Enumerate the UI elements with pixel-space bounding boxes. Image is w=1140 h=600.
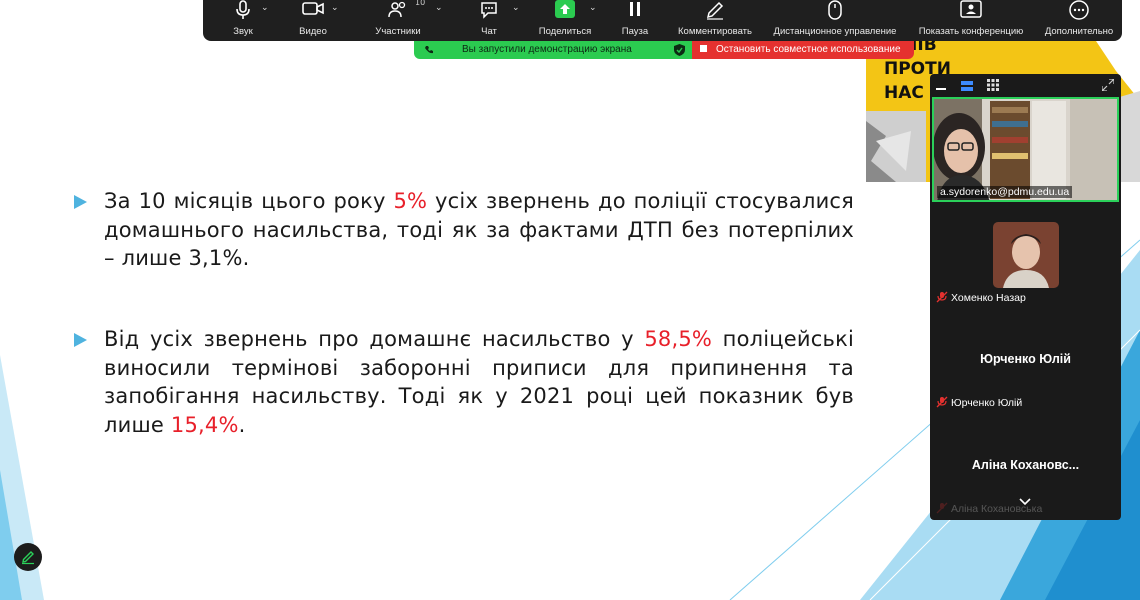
- participant-tile[interactable]: Юрченко Юлій Юрченко Юлій: [930, 312, 1121, 417]
- show-meeting-label: Показать конференцию: [918, 26, 1024, 37]
- more-label: Дополнительно: [1044, 26, 1114, 37]
- share-chevron-icon[interactable]: ⌄: [589, 3, 597, 13]
- stop-square-icon: [700, 45, 707, 52]
- slide-bullet-1: За 10 місяців цього року 5% усіх звернен…: [74, 187, 854, 273]
- text-run: За 10 місяців цього року: [104, 189, 394, 213]
- chat-icon: [481, 2, 497, 19]
- share-screen-button[interactable]: Поделиться: [533, 0, 597, 41]
- pause-icon: [630, 2, 640, 16]
- video-camera-icon: [302, 2, 324, 15]
- chat-button[interactable]: Чат: [469, 0, 509, 41]
- stop-share-label: Остановить совместное использование: [716, 44, 901, 55]
- participant-name-text: Хоменко Назар: [951, 292, 1026, 304]
- share-screen-icon: [555, 0, 575, 18]
- screen-share-status-text: Вы запустили демонстрацию экрана: [462, 44, 632, 55]
- text-run: .: [238, 412, 246, 437]
- pencil-icon: [22, 551, 34, 565]
- participant-display-name: Юрченко Юлій: [980, 352, 1071, 366]
- panel-header: [930, 74, 1121, 96]
- bullet-triangle-icon: [74, 333, 87, 347]
- participants-label: Участники: [375, 26, 421, 37]
- video-label: Видео: [299, 26, 327, 37]
- shield-icon: [674, 44, 685, 56]
- highlight-value: 5%: [393, 189, 428, 213]
- remote-control-mouse-icon: [828, 0, 842, 20]
- phone-icon: [425, 46, 433, 54]
- gallery-view-icon[interactable]: [987, 79, 999, 91]
- show-meeting-icon: [960, 0, 982, 18]
- pause-button[interactable]: Пауза: [613, 0, 657, 41]
- video-button[interactable]: Видео: [293, 0, 333, 41]
- participant-name: Хоменко Назар: [936, 291, 1026, 304]
- audio-button[interactable]: Звук: [223, 0, 263, 41]
- participant-display-name: Аліна Кохановс...: [971, 458, 1080, 472]
- audio-chevron-icon[interactable]: ⌄: [261, 3, 269, 13]
- more-button[interactable]: Дополнительно: [1039, 0, 1119, 41]
- mic-muted-icon: [936, 396, 948, 408]
- bullet-triangle-icon: [74, 195, 87, 209]
- participants-icon: [388, 1, 406, 18]
- mic-muted-icon: [936, 291, 948, 303]
- scroll-down-chevron-icon[interactable]: [1019, 498, 1031, 506]
- annotate-label: Комментировать: [678, 26, 752, 37]
- participant-tile[interactable]: Хоменко Назар: [930, 205, 1121, 310]
- participants-chevron-icon[interactable]: ⌄: [435, 3, 443, 13]
- participant-name: Юрченко Юлій: [936, 396, 1022, 409]
- microphone-icon: [236, 0, 250, 19]
- participants-video-panel: a.sydorenko@pdmu.edu.ua Хоменко Назар Юр…: [930, 74, 1121, 520]
- participant-avatar: [993, 222, 1059, 288]
- active-speaker-video[interactable]: a.sydorenko@pdmu.edu.ua: [932, 97, 1119, 202]
- mic-muted-icon: [936, 502, 948, 514]
- chat-label: Чат: [481, 26, 497, 37]
- text-run: Від усіх звернень про домашнє насильство…: [104, 327, 645, 351]
- annotate-button[interactable]: Комментировать: [673, 0, 757, 41]
- remote-control-button[interactable]: Дистанционное управление: [766, 0, 904, 41]
- single-speaker-view-icon[interactable]: [961, 80, 973, 92]
- participant-name-text: Юрченко Юлій: [951, 397, 1023, 409]
- participants-button[interactable]: 10 Участники: [368, 0, 428, 41]
- bullet-1-text: За 10 місяців цього року 5% усіх звернен…: [104, 187, 854, 273]
- meeting-toolbar: Звук ⌄ Видео ⌄ 10 Участники ⌄ Чат ⌄ Поде…: [203, 0, 1122, 41]
- highlight-value: 58,5%: [644, 327, 713, 351]
- remote-control-label: Дистанционное управление: [773, 26, 897, 37]
- annotation-button[interactable]: [14, 543, 42, 571]
- slide-bullet-2: Від усіх звернень про домашнє насильство…: [74, 325, 854, 439]
- participants-count: 10: [415, 0, 426, 7]
- annotate-pen-icon: [706, 1, 724, 20]
- chat-chevron-icon[interactable]: ⌄: [512, 3, 520, 13]
- minimize-icon[interactable]: [936, 88, 946, 90]
- screen-share-status-banner: Вы запустили демонстрацию экрана: [414, 41, 692, 59]
- share-label: Поделиться: [538, 26, 592, 37]
- bullet-2-text: Від усіх звернень про домашнє насильство…: [104, 325, 854, 439]
- audio-label: Звук: [233, 26, 253, 37]
- video-chevron-icon[interactable]: ⌄: [331, 3, 339, 13]
- pause-label: Пауза: [621, 26, 649, 37]
- more-icon: [1069, 0, 1089, 20]
- highlight-value: 15,4%: [170, 412, 239, 437]
- stop-share-button[interactable]: Остановить совместное использование: [692, 41, 914, 59]
- expand-icon[interactable]: [1102, 79, 1114, 91]
- active-speaker-name: a.sydorenko@pdmu.edu.ua: [937, 186, 1073, 198]
- show-meeting-button[interactable]: Показать конференцию: [911, 0, 1031, 41]
